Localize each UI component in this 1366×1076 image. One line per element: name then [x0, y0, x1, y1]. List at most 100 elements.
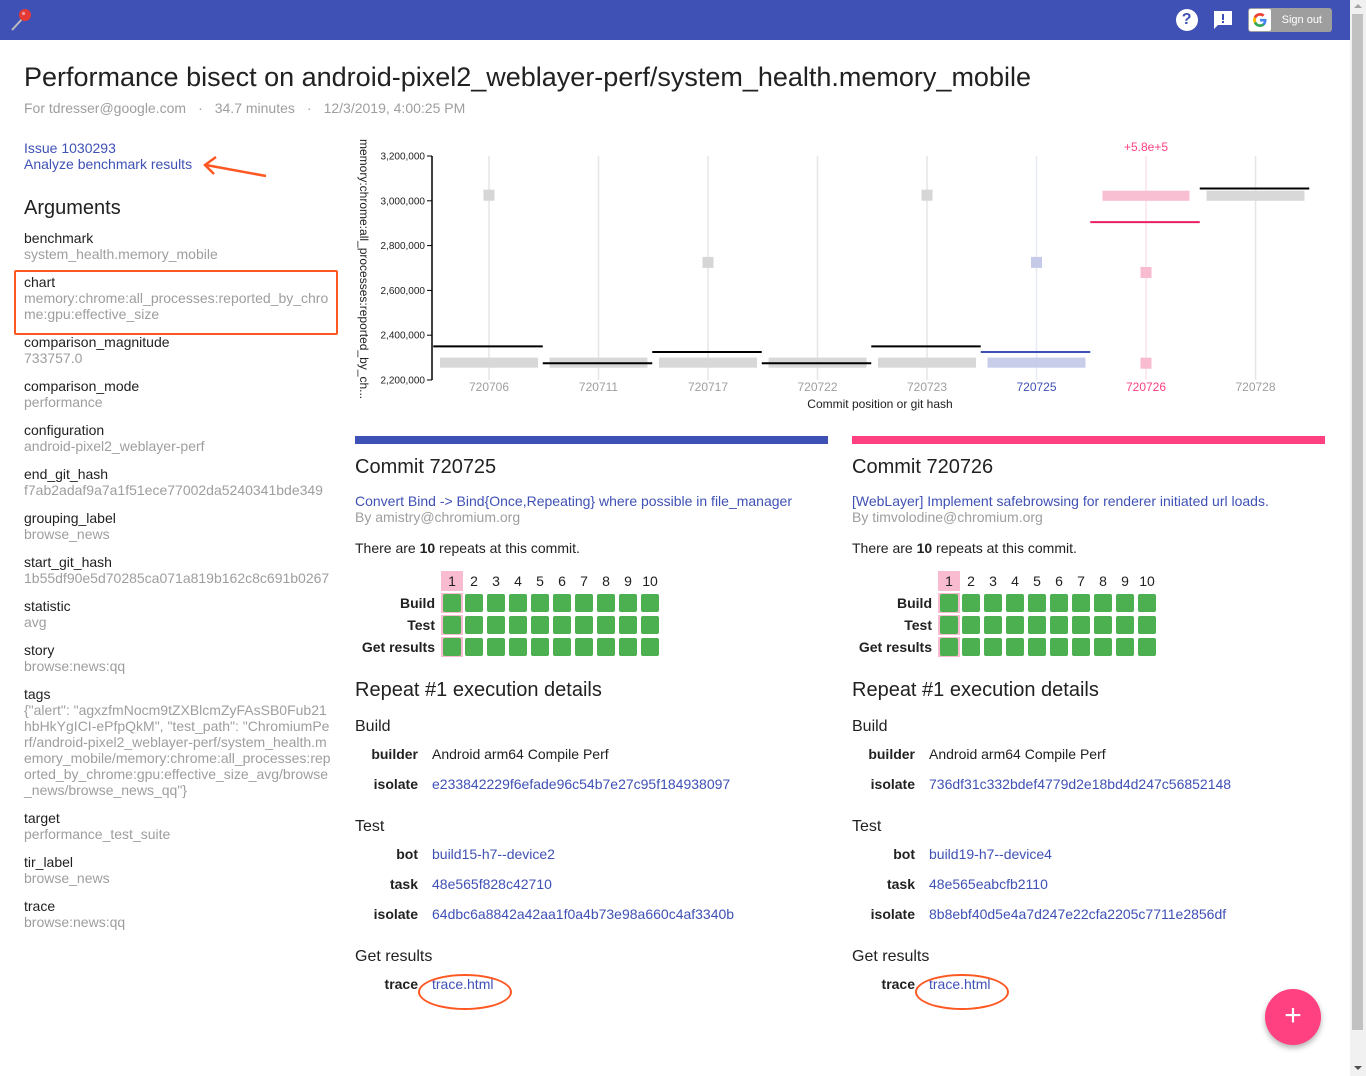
commit-message-link[interactable]: [WebLayer] Implement safebrowsing for re… [852, 493, 1325, 509]
repeat-header-5[interactable]: 5 [1026, 571, 1048, 591]
x-tick-label-720725[interactable]: 720725 [1016, 380, 1056, 394]
status-cell[interactable] [1136, 593, 1158, 613]
repeat-header-1[interactable]: 1 [441, 571, 463, 591]
status-cell[interactable] [573, 615, 595, 635]
repeat-header-2[interactable]: 2 [960, 571, 982, 591]
box-720725[interactable] [987, 357, 1086, 368]
repeat-header-7[interactable]: 7 [573, 571, 595, 591]
status-cell[interactable] [1092, 637, 1114, 657]
repeat-header-1[interactable]: 1 [938, 571, 960, 591]
status-cell[interactable] [982, 637, 1004, 657]
status-cell[interactable] [960, 615, 982, 635]
status-cell[interactable] [938, 593, 960, 613]
task-link[interactable]: 48e565eabcfb2110 [929, 876, 1325, 892]
status-cell[interactable] [1048, 593, 1070, 613]
repeat-header-3[interactable]: 3 [982, 571, 1004, 591]
status-cell[interactable] [938, 637, 960, 657]
box-720723[interactable] [878, 357, 976, 368]
repeat-header-6[interactable]: 6 [1048, 571, 1070, 591]
box-720728[interactable] [1206, 190, 1305, 201]
x-tick-label-720706[interactable]: 720706 [469, 380, 509, 394]
build-isolate-link[interactable]: 736df31c332bdef4779d2e18bd4d247c56852148 [929, 776, 1325, 792]
status-cell[interactable] [595, 593, 617, 613]
repeat-header-3[interactable]: 3 [485, 571, 507, 591]
sign-out-button[interactable]: Sign out [1247, 8, 1332, 32]
outlier-point-720723[interactable] [921, 189, 933, 201]
status-cell[interactable] [573, 593, 595, 613]
repeat-header-4[interactable]: 4 [507, 571, 529, 591]
repeat-header-2[interactable]: 2 [463, 571, 485, 591]
status-cell[interactable] [982, 593, 1004, 613]
status-cell[interactable] [1092, 615, 1114, 635]
status-cell[interactable] [982, 615, 1004, 635]
status-cell[interactable] [1026, 593, 1048, 613]
analyze-benchmark-link[interactable]: Analyze benchmark results [24, 156, 334, 172]
repeat-header-7[interactable]: 7 [1070, 571, 1092, 591]
status-cell[interactable] [1070, 615, 1092, 635]
status-cell[interactable] [485, 593, 507, 613]
x-tick-label-720711[interactable]: 720711 [579, 380, 618, 394]
issue-link[interactable]: Issue 1030293 [24, 140, 334, 156]
repeat-header-8[interactable]: 8 [595, 571, 617, 591]
repeat-header-10[interactable]: 10 [1136, 571, 1158, 591]
status-cell[interactable] [960, 593, 982, 613]
repeat-header-9[interactable]: 9 [617, 571, 639, 591]
status-cell[interactable] [551, 615, 573, 635]
bot-link[interactable]: build19-h7--device4 [929, 846, 1325, 862]
status-cell[interactable] [617, 615, 639, 635]
status-cell[interactable] [507, 637, 529, 657]
status-cell[interactable] [1004, 615, 1026, 635]
status-cell[interactable] [441, 637, 463, 657]
box-720706[interactable] [440, 357, 538, 368]
status-cell[interactable] [463, 637, 485, 657]
status-cell[interactable] [617, 593, 639, 613]
status-cell[interactable] [441, 593, 463, 613]
x-tick-label-720722[interactable]: 720722 [797, 380, 837, 394]
commit-message-link[interactable]: Convert Bind -> Bind{Once,Repeating} whe… [355, 493, 828, 509]
status-cell[interactable] [595, 615, 617, 635]
repeat-header-6[interactable]: 6 [551, 571, 573, 591]
repeat-header-10[interactable]: 10 [639, 571, 661, 591]
status-cell[interactable] [1092, 593, 1114, 613]
repeat-header-5[interactable]: 5 [529, 571, 551, 591]
status-cell[interactable] [1136, 615, 1158, 635]
status-cell[interactable] [1114, 637, 1136, 657]
page-scrollbar[interactable] [1350, 0, 1366, 1076]
status-cell[interactable] [595, 637, 617, 657]
status-cell[interactable] [639, 637, 661, 657]
x-tick-label-720717[interactable]: 720717 [688, 380, 728, 394]
status-cell[interactable] [938, 615, 960, 635]
status-cell[interactable] [463, 593, 485, 613]
status-cell[interactable] [617, 637, 639, 657]
status-cell[interactable] [639, 615, 661, 635]
repeat-header-4[interactable]: 4 [1004, 571, 1026, 591]
status-cell[interactable] [960, 637, 982, 657]
status-cell[interactable] [529, 637, 551, 657]
status-cell[interactable] [1004, 637, 1026, 657]
bot-link[interactable]: build15-h7--device2 [432, 846, 828, 862]
status-cell[interactable] [551, 593, 573, 613]
status-cell[interactable] [529, 615, 551, 635]
status-cell[interactable] [573, 637, 595, 657]
status-cell[interactable] [485, 637, 507, 657]
box-720717[interactable] [659, 357, 757, 368]
status-cell[interactable] [551, 637, 573, 657]
build-isolate-link[interactable]: e233842229f6efade96c54b7e27c95f184938097 [432, 776, 828, 792]
status-cell[interactable] [507, 593, 529, 613]
status-cell[interactable] [1114, 615, 1136, 635]
status-cell[interactable] [441, 615, 463, 635]
status-cell[interactable] [1048, 615, 1070, 635]
status-cell[interactable] [1048, 637, 1070, 657]
outlier-point-720725[interactable] [1031, 256, 1042, 268]
feedback-icon[interactable] [1212, 10, 1234, 30]
status-cell[interactable] [529, 593, 551, 613]
status-cell[interactable] [639, 593, 661, 613]
status-cell[interactable] [463, 615, 485, 635]
help-icon[interactable]: ? [1175, 9, 1198, 31]
status-cell[interactable] [1136, 637, 1158, 657]
outlier-point-720706[interactable] [483, 189, 495, 201]
repeat-header-8[interactable]: 8 [1092, 571, 1114, 591]
outlier-point-720717[interactable] [702, 256, 714, 268]
x-tick-label-720723[interactable]: 720723 [907, 380, 947, 394]
scrollbar-thumb[interactable] [1352, 14, 1363, 1030]
